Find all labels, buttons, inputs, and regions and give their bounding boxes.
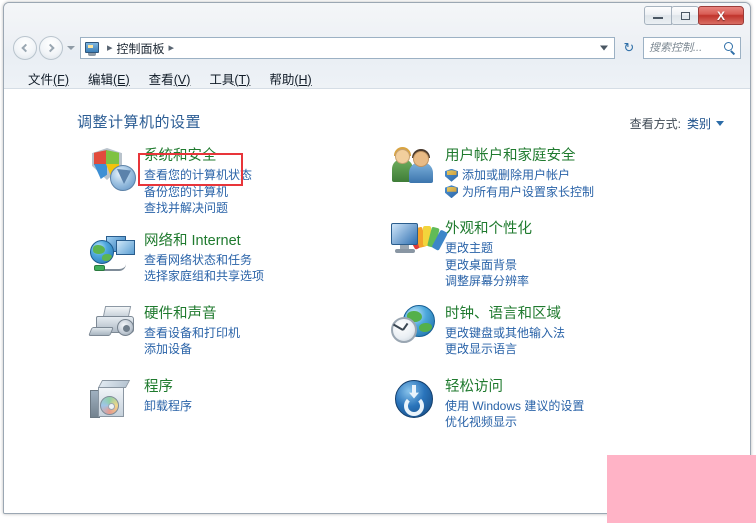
link-change-display-language[interactable]: 更改显示语言 bbox=[445, 341, 750, 358]
category-hardware-and-sound: 硬件和声音 查看设备和打印机 添加设备 bbox=[86, 305, 377, 363]
restore-button[interactable] bbox=[671, 6, 699, 25]
link-parental-controls[interactable]: 为所有用户设置家长控制 bbox=[445, 184, 750, 201]
minimize-icon bbox=[653, 17, 663, 19]
title-bar: X bbox=[4, 3, 750, 31]
restore-icon bbox=[680, 11, 690, 20]
link-change-desktop-background[interactable]: 更改桌面背景 bbox=[445, 257, 750, 274]
breadcrumb-separator-end[interactable]: ▸ bbox=[169, 42, 175, 54]
users-icon bbox=[391, 147, 441, 195]
navigation-bar: ▸ 控制面板 ▸ ↻ bbox=[4, 33, 750, 63]
monitor-and-color-fan-icon bbox=[391, 220, 448, 268]
view-by-value[interactable]: 类别 bbox=[687, 115, 711, 132]
ease-of-access-icon bbox=[391, 378, 441, 426]
window-controls: X bbox=[644, 6, 744, 25]
page-title: 调整计算机的设置 bbox=[77, 114, 202, 131]
breadcrumb-separator: ▸ bbox=[107, 41, 113, 54]
link-homegroup-sharing-options[interactable]: 选择家庭组和共享选项 bbox=[144, 268, 377, 285]
minimize-button[interactable] bbox=[644, 6, 672, 25]
category-title-user-accounts[interactable]: 用户帐户和家庭安全 bbox=[445, 147, 576, 166]
category-clock-language-region: 时钟、语言和区域 更改键盘或其他输入法 更改显示语言 bbox=[387, 304, 750, 363]
category-title-network-and-internet[interactable]: 网络和 Internet bbox=[144, 232, 241, 251]
category-title-hardware-and-sound[interactable]: 硬件和声音 bbox=[144, 305, 217, 324]
category-system-and-security: 系统和安全 查看您的计算机状态 备份您的计算机 查找并解决问题 bbox=[86, 147, 377, 217]
left-category-column: 系统和安全 查看您的计算机状态 备份您的计算机 查找并解决问题 网络和 Inte… bbox=[4, 147, 377, 451]
address-dropdown-icon[interactable] bbox=[600, 45, 608, 51]
forward-button[interactable] bbox=[39, 36, 63, 60]
breadcrumb-control-panel[interactable]: 控制面板 bbox=[117, 40, 165, 57]
chevron-down-icon[interactable] bbox=[716, 121, 724, 126]
link-adjust-screen-resolution[interactable]: 调整屏幕分辨率 bbox=[445, 273, 750, 290]
menu-item-edit[interactable]: 编辑(E) bbox=[88, 69, 130, 88]
printer-and-speaker-icon bbox=[88, 305, 140, 353]
category-title-programs[interactable]: 程序 bbox=[144, 378, 173, 397]
control-panel-window: X ▸ 控制面板 ▸ ↻ 搜索控制... 文件(F) 编辑(E) 查看(V) 工… bbox=[3, 2, 751, 514]
link-find-and-fix-problems[interactable]: 查找并解决问题 bbox=[144, 200, 377, 217]
shield-icon bbox=[445, 168, 458, 182]
menu-item-tools[interactable]: 工具(T) bbox=[209, 69, 250, 88]
screenshot-root: X ▸ 控制面板 ▸ ↻ 搜索控制... 文件(F) 编辑(E) 查看(V) 工… bbox=[0, 0, 756, 523]
search-box[interactable] bbox=[643, 37, 741, 59]
category-title-appearance[interactable]: 外观和个性化 bbox=[445, 220, 532, 239]
link-add-remove-user-accounts[interactable]: 添加或删除用户帐户 bbox=[445, 167, 750, 184]
category-columns: 系统和安全 查看您的计算机状态 备份您的计算机 查找并解决问题 网络和 Inte… bbox=[4, 147, 750, 451]
link-view-computer-status[interactable]: 查看您的计算机状态 bbox=[144, 167, 377, 184]
link-view-devices-and-printers[interactable]: 查看设备和打印机 bbox=[144, 325, 377, 342]
link-backup-computer[interactable]: 备份您的计算机 bbox=[144, 184, 377, 201]
category-appearance: 外观和个性化 更改主题 更改桌面背景 调整屏幕分辨率 bbox=[387, 220, 750, 290]
category-user-accounts: 用户帐户和家庭安全 添加或删除用户帐户 为所有用户设置家长控制 bbox=[387, 147, 750, 205]
menu-bar: 文件(F) 编辑(E) 查看(V) 工具(T) 帮助(H) bbox=[4, 67, 750, 89]
menu-item-file[interactable]: 文件(F) bbox=[28, 69, 69, 88]
link-optimize-visual-display[interactable]: 优化视频显示 bbox=[445, 414, 750, 431]
view-by-control[interactable]: 查看方式: 类别 bbox=[630, 115, 724, 132]
search-input[interactable] bbox=[649, 42, 724, 54]
category-network-and-internet: 网络和 Internet 查看网络状态和任务 选择家庭组和共享选项 bbox=[86, 232, 377, 290]
link-change-theme[interactable]: 更改主题 bbox=[445, 240, 750, 257]
category-title-system-and-security[interactable]: 系统和安全 bbox=[144, 147, 217, 166]
link-uninstall-program[interactable]: 卸载程序 bbox=[144, 398, 377, 415]
forward-arrow-icon bbox=[46, 43, 55, 53]
shield-and-disc-icon bbox=[90, 147, 140, 195]
menu-item-view[interactable]: 查看(V) bbox=[149, 69, 191, 88]
clock-and-globe-icon bbox=[391, 304, 441, 353]
category-title-ease-of-access[interactable]: 轻松访问 bbox=[445, 378, 503, 397]
shield-icon bbox=[445, 185, 458, 199]
menu-item-help[interactable]: 帮助(H) bbox=[269, 69, 311, 88]
control-panel-icon bbox=[84, 40, 100, 56]
address-bar[interactable]: ▸ 控制面板 ▸ bbox=[80, 37, 615, 59]
right-category-column: 用户帐户和家庭安全 添加或删除用户帐户 为所有用户设置家长控制 外观和个性化 更… bbox=[377, 147, 750, 451]
globe-and-monitors-icon bbox=[90, 232, 140, 280]
software-box-icon bbox=[90, 378, 140, 426]
link-add-device[interactable]: 添加设备 bbox=[144, 341, 377, 358]
refresh-button[interactable]: ↻ bbox=[617, 37, 641, 59]
link-windows-suggested-settings[interactable]: 使用 Windows 建议的设置 bbox=[445, 398, 750, 415]
back-button[interactable] bbox=[13, 36, 37, 60]
content-area: 调整计算机的设置 查看方式: 类别 系统和安全 查看您的计算机状态 备份您的计算… bbox=[4, 89, 750, 513]
search-icon bbox=[724, 41, 737, 55]
category-programs: 程序 卸载程序 bbox=[86, 378, 377, 436]
view-by-label: 查看方式: bbox=[629, 117, 681, 131]
category-title-clock-language-region[interactable]: 时钟、语言和区域 bbox=[445, 305, 561, 324]
redaction-block bbox=[607, 455, 756, 523]
chevron-down-icon bbox=[67, 46, 75, 50]
back-arrow-icon bbox=[21, 43, 30, 53]
link-change-keyboard-input[interactable]: 更改键盘或其他输入法 bbox=[445, 325, 750, 342]
link-view-network-status[interactable]: 查看网络状态和任务 bbox=[144, 252, 377, 269]
category-ease-of-access: 轻松访问 使用 Windows 建议的设置 优化视频显示 bbox=[387, 378, 750, 436]
recent-pages-button[interactable] bbox=[66, 46, 76, 50]
close-button[interactable]: X bbox=[698, 6, 744, 25]
